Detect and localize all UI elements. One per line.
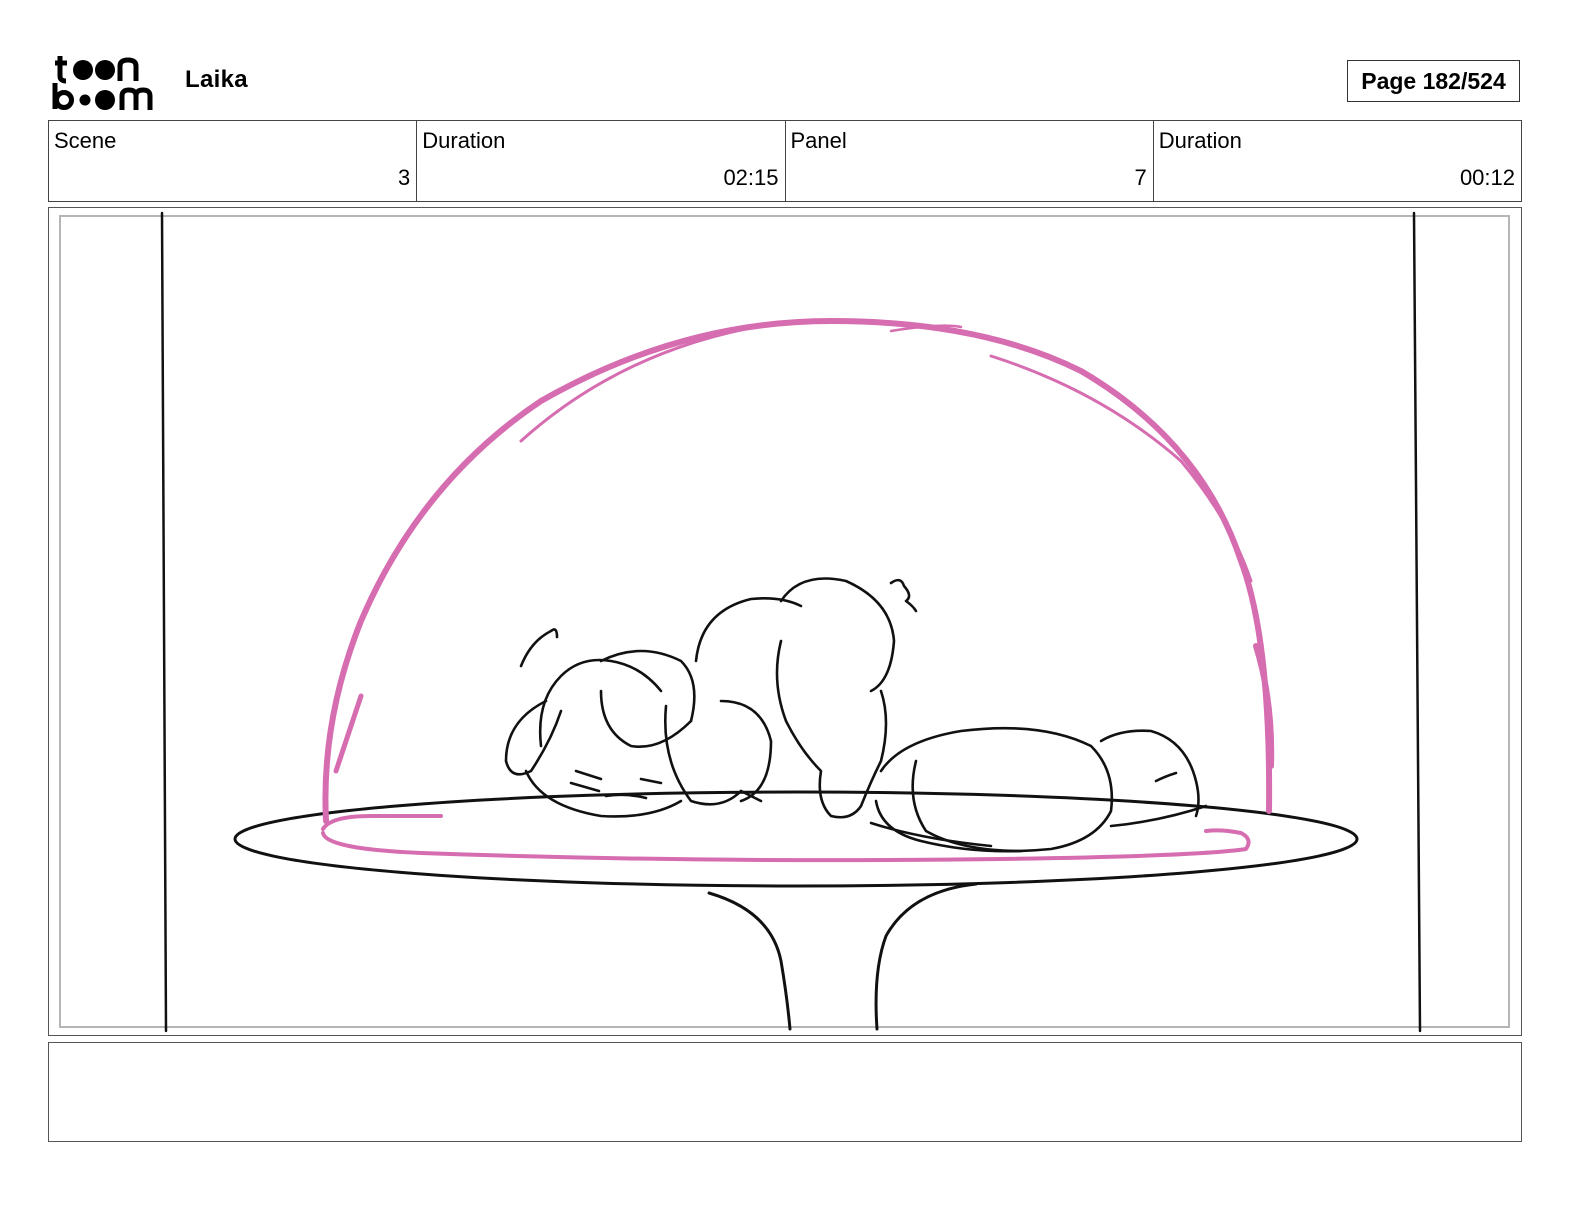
panel-cell: Panel 7 bbox=[786, 121, 1154, 201]
panel-notes-box bbox=[48, 1042, 1522, 1142]
panel-value: 7 bbox=[1134, 165, 1147, 190]
scene-cell: Scene 3 bbox=[49, 121, 418, 201]
project-title: Laika bbox=[185, 66, 248, 93]
scene-duration-value: 02:15 bbox=[723, 165, 779, 190]
sleeping-dog bbox=[504, 577, 1208, 853]
scene-value: 3 bbox=[398, 165, 411, 190]
panel-duration-label: Duration bbox=[1158, 128, 1242, 153]
scene-label: Scene bbox=[54, 128, 117, 153]
page-number: Page 182/524 bbox=[1347, 60, 1520, 102]
panel-sketch bbox=[160, 211, 1422, 1033]
table-top bbox=[233, 790, 1359, 888]
right-guide-line bbox=[1412, 211, 1422, 1033]
panel-duration-cell: Duration 00:12 bbox=[1154, 121, 1521, 201]
pedestal-right bbox=[874, 882, 978, 1031]
storyboard-panel bbox=[48, 207, 1522, 1036]
toonboom-logo bbox=[52, 56, 153, 110]
panel-duration-value: 00:12 bbox=[1459, 165, 1515, 190]
glass-dome bbox=[321, 318, 1275, 863]
scene-duration-cell: Duration 02:15 bbox=[417, 121, 786, 201]
panel-label: Panel bbox=[790, 128, 847, 153]
left-guide-line bbox=[160, 211, 168, 1033]
scene-info-bar: Scene 3 Duration 02:15 Panel 7 Duration … bbox=[48, 120, 1522, 202]
pedestal-left bbox=[707, 891, 792, 1031]
scene-duration-label: Duration bbox=[422, 128, 506, 153]
